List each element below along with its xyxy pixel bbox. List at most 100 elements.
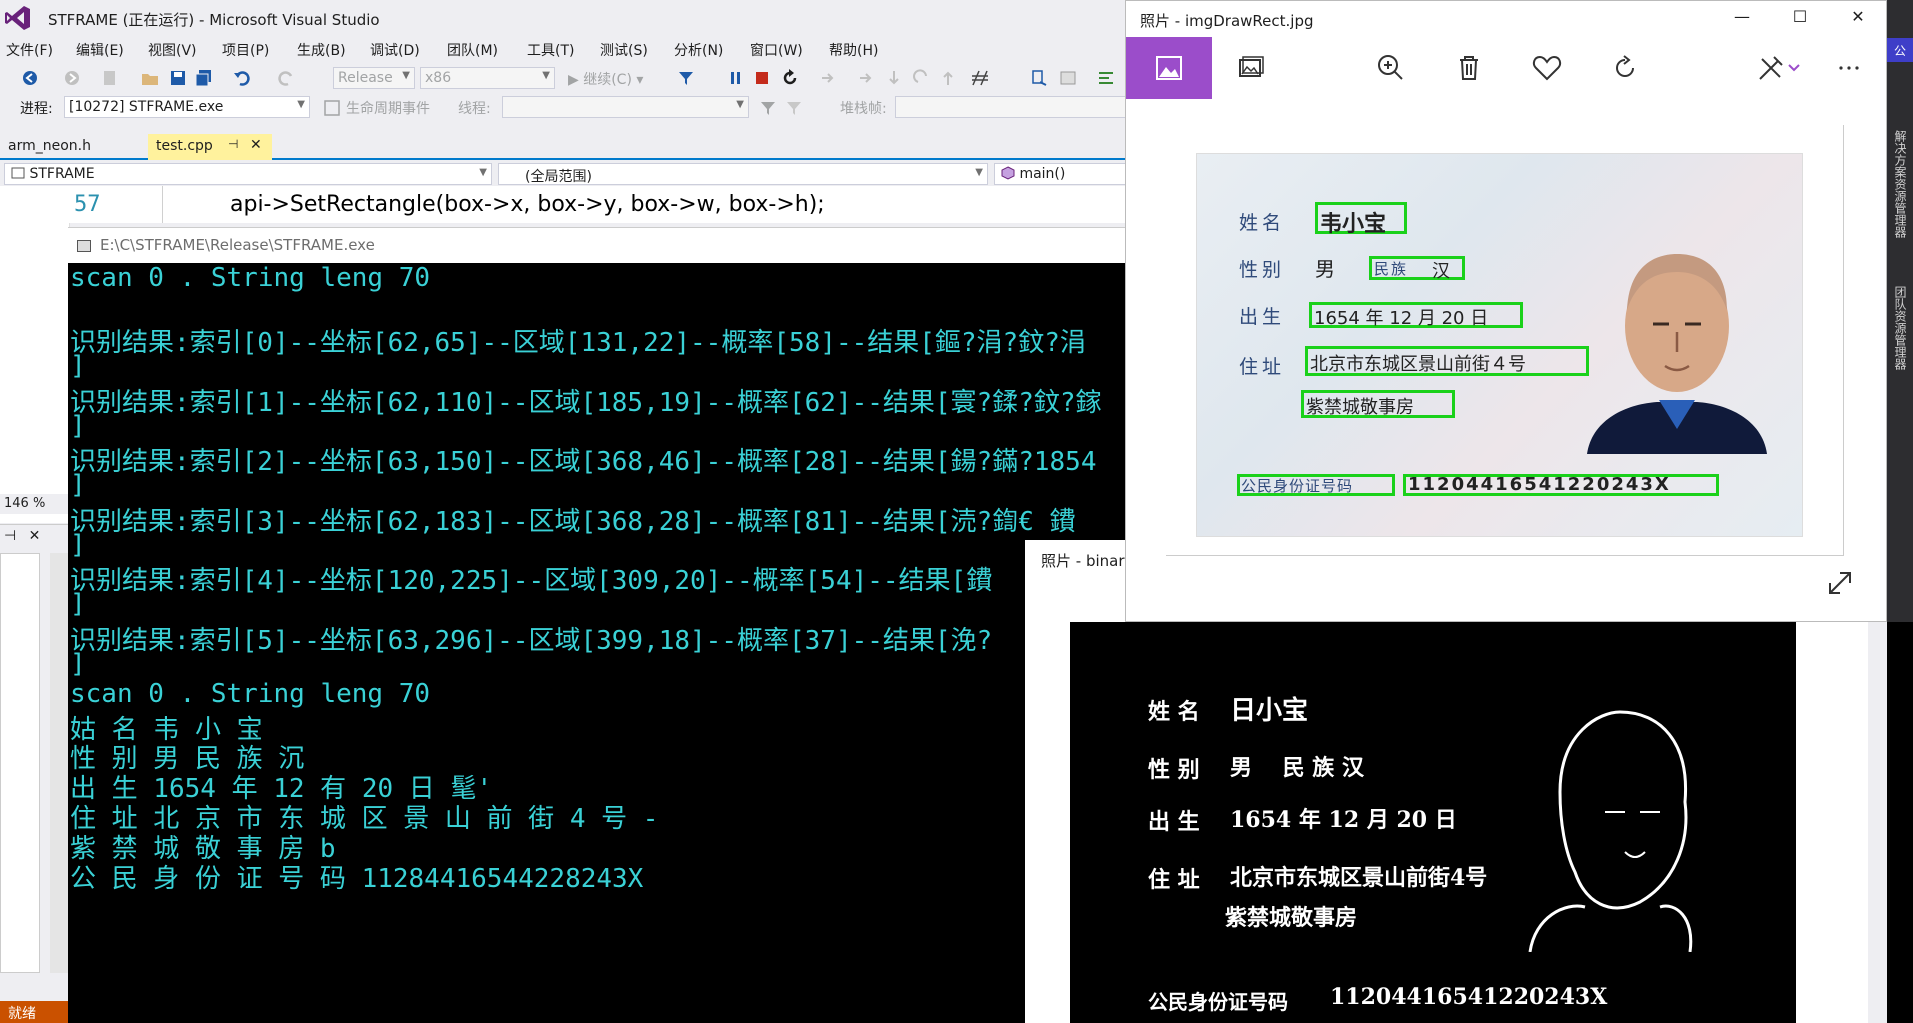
binary-image: 姓 名 日小宝 性 别 男 民 族 汉 出 生 1654 年 12 月 20 日… xyxy=(1070,622,1796,1023)
thread-filter-icon[interactable] xyxy=(758,98,778,118)
more-options-icon[interactable] xyxy=(1832,51,1866,85)
menu-team[interactable]: 团队(M) xyxy=(447,40,498,60)
close-pane-icon[interactable]: ✕ xyxy=(29,528,41,544)
menu-help[interactable]: 帮助(H) xyxy=(829,40,878,60)
process-select[interactable]: [10272] STFRAME.exe ▼ xyxy=(64,96,310,118)
pin-tab-icon[interactable]: ⊣ xyxy=(228,137,238,151)
code-editor[interactable]: 57 api->SetRectangle(box->x, box->y, box… xyxy=(0,186,1125,223)
menu-test[interactable]: 测试(S) xyxy=(600,40,648,60)
id-number-value: 11204416541220243X xyxy=(1408,474,1671,495)
back-icon[interactable] xyxy=(20,68,40,88)
stop-icon[interactable] xyxy=(752,68,772,88)
bin-label: 住 址 xyxy=(1148,867,1200,893)
edit-create-icon[interactable] xyxy=(1754,51,1788,85)
menu-window[interactable]: 窗口(W) xyxy=(750,40,803,60)
project-nav-select[interactable]: STFRAME ▼ xyxy=(4,163,492,185)
zoom-in-icon[interactable] xyxy=(1374,51,1408,85)
stack-frame-select[interactable] xyxy=(895,96,1125,118)
menu-build[interactable]: 生成(B) xyxy=(297,40,346,60)
bin-label: 公民身份证号码 xyxy=(1148,990,1288,1014)
id-sex-value: 男 xyxy=(1315,257,1335,281)
redo-icon[interactable] xyxy=(276,68,296,88)
menu-tools[interactable]: 工具(T) xyxy=(527,40,574,60)
ocr-box-id-label: 公民身份证号码 xyxy=(1237,474,1395,496)
step-into-icon[interactable] xyxy=(856,68,876,88)
process-label: 进程: xyxy=(20,101,53,117)
bookmark-icon[interactable] xyxy=(1058,68,1078,88)
photo-frame-bottom xyxy=(1166,555,1844,556)
process-filter-icon[interactable] xyxy=(676,68,696,88)
console-line: ] xyxy=(70,589,86,619)
find-in-files-icon[interactable] xyxy=(1030,68,1050,88)
thread-select[interactable]: ▼ xyxy=(502,96,749,118)
flag-threads-icon[interactable] xyxy=(784,98,804,118)
console-line: 识别结果:索引[4]--坐标[120,225]--区域[309,20]--概率[… xyxy=(70,566,993,596)
tool-window-list[interactable] xyxy=(0,553,40,973)
forward-icon[interactable] xyxy=(62,68,82,88)
tab-test-cpp[interactable]: test.cpp ⊣ ✕ xyxy=(148,134,272,160)
id-ethnic-label: 民族 xyxy=(1374,260,1409,278)
view-photo-button[interactable] xyxy=(1126,37,1212,99)
ocr-box-id-number: 11204416541220243X xyxy=(1403,474,1719,496)
stack-frame-label: 堆栈帧: xyxy=(840,101,887,117)
console-titlebar[interactable]: E:\C\STFRAME\Release\STFRAME.exe xyxy=(68,227,1125,263)
gallery-icon[interactable] xyxy=(1234,51,1268,85)
console-line: 公 民 身 份 证 号 码 11284416544228243X xyxy=(70,864,644,894)
scope-nav-select[interactable]: (全局范围) ▼ xyxy=(498,163,988,185)
console-title: E:\C\STFRAME\Release\STFRAME.exe xyxy=(100,236,375,254)
id-birth-value: 1654 年 12 月 20 日 xyxy=(1314,308,1489,329)
delete-icon[interactable] xyxy=(1452,51,1486,85)
undo-icon[interactable] xyxy=(232,68,252,88)
new-project-icon[interactable] xyxy=(100,68,120,88)
close-window-button[interactable]: ✕ xyxy=(1838,7,1878,31)
console-line: ] xyxy=(70,649,86,679)
menu-file[interactable]: 文件(F) xyxy=(6,40,53,60)
step-out-icon[interactable] xyxy=(912,68,932,88)
step-back-icon[interactable] xyxy=(938,68,958,88)
solution-explorer-tab[interactable]: 解决方案资源管理器 xyxy=(1891,130,1909,238)
tool-window-scrollbar[interactable] xyxy=(50,553,68,973)
open-file-icon[interactable] xyxy=(140,68,160,88)
step-over-icon[interactable] xyxy=(884,68,904,88)
close-tab-icon[interactable]: ✕ xyxy=(250,137,262,153)
document-tabstrip: arm_neon.h test.cpp ⊣ ✕ xyxy=(0,134,1125,160)
photos-window-drawrect[interactable]: 照片 - imgDrawRect.jpg — ☐ ✕ 姓名 韦小宝 性别 男 民… xyxy=(1125,0,1887,622)
member-nav-select[interactable]: main() xyxy=(994,163,1125,185)
pin-pane-icon[interactable]: ⊣ xyxy=(4,528,16,544)
console-line: ] xyxy=(70,351,86,381)
ocr-box-name: 韦小宝 xyxy=(1315,202,1407,237)
save-icon[interactable] xyxy=(168,68,188,88)
favorite-heart-icon[interactable] xyxy=(1530,51,1564,85)
expand-fullscreen-icon[interactable] xyxy=(1826,569,1854,597)
save-all-icon[interactable] xyxy=(194,68,214,88)
ocr-box-address-1: 北京市东城区景山前街４号 xyxy=(1305,346,1589,376)
maximize-button[interactable]: ☐ xyxy=(1780,7,1820,31)
tab-arm-neon-h[interactable]: arm_neon.h xyxy=(0,134,99,160)
team-explorer-tab[interactable]: 团队资源管理器 xyxy=(1891,286,1909,370)
show-next-statement-icon[interactable] xyxy=(818,68,838,88)
lifecycle-events-icon[interactable] xyxy=(322,98,342,118)
editor-gutter xyxy=(0,223,70,523)
pause-icon[interactable] xyxy=(726,68,746,88)
bin-value: 1654 年 12 月 20 日 xyxy=(1230,807,1457,833)
menu-analyze[interactable]: 分析(N) xyxy=(674,40,723,60)
hex-display-icon[interactable] xyxy=(970,68,990,88)
menu-view[interactable]: 视图(V) xyxy=(148,40,197,60)
comment-icon[interactable] xyxy=(1096,68,1116,88)
menu-debug[interactable]: 调试(D) xyxy=(370,40,420,60)
menu-project[interactable]: 项目(P) xyxy=(222,40,269,60)
chevron-down-icon[interactable] xyxy=(1786,51,1802,85)
menu-edit[interactable]: 编辑(E) xyxy=(76,40,124,60)
rotate-icon[interactable] xyxy=(1608,51,1642,85)
solution-platform-select[interactable]: x86 ▼ xyxy=(420,67,555,89)
solution-config-select[interactable]: Release ▼ xyxy=(333,67,415,89)
zoom-level[interactable]: 146 % xyxy=(0,494,70,514)
minimize-button[interactable]: — xyxy=(1722,7,1762,31)
continue-button[interactable]: ▶ 继续(C) ▾ xyxy=(568,69,643,89)
bin-value: 北京市东城区景山前街4号 xyxy=(1230,865,1488,891)
console-line: 识别结果:索引[3]--坐标[62,183]--区域[368,28]--概率[8… xyxy=(70,507,1076,537)
account-tag[interactable]: 公 xyxy=(1887,38,1913,62)
photo-binary-title: 照片 - binary xyxy=(1041,552,1134,570)
restart-icon[interactable] xyxy=(780,68,800,88)
lifecycle-events-button[interactable]: 生命周期事件 xyxy=(346,98,430,118)
